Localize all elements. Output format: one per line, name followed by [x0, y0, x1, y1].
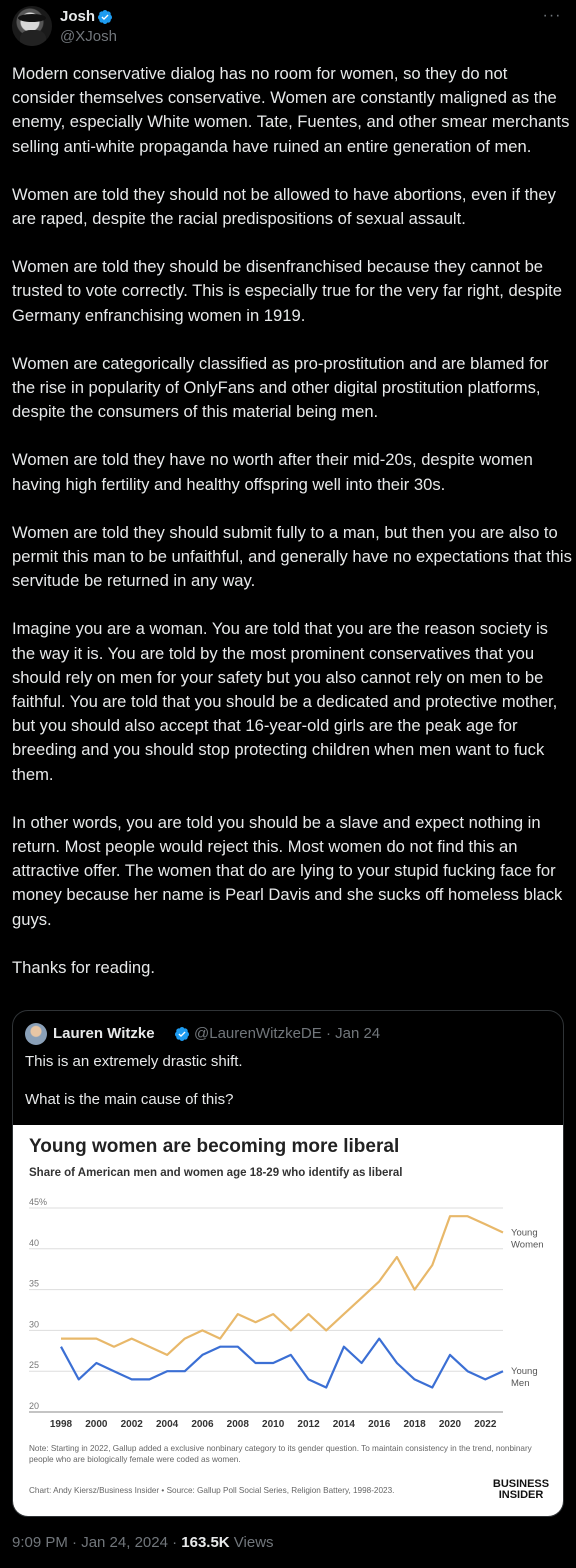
- author-avatar[interactable]: [12, 6, 52, 46]
- verified-badge-icon: [97, 10, 112, 24]
- author-name[interactable]: Josh: [60, 8, 95, 25]
- y-tick-label: 35: [29, 1279, 39, 1289]
- quoted-tweet-body: This is an extremely drastic shift. What…: [25, 1052, 545, 1128]
- quoted-author-name[interactable]: Lauren Witzke: [53, 1025, 155, 1042]
- y-tick-label: 40: [29, 1238, 39, 1248]
- x-tick-label: 2010: [262, 1419, 285, 1430]
- x-tick-label: 2004: [156, 1419, 179, 1430]
- quoted-tweet[interactable]: Lauren Witzke @LaurenWitzkeDE · Jan 24 T…: [12, 1010, 564, 1517]
- x-tick-label: 2008: [227, 1419, 250, 1430]
- x-tick-label: 2016: [368, 1419, 391, 1430]
- y-tick-label: 45%: [29, 1197, 47, 1207]
- tweet-paragraph: Women are told they should not be allowe…: [12, 184, 556, 229]
- chart-note-container: Note: Starting in 2022, Gallup added a e…: [29, 1444, 532, 1464]
- series-label: Women: [511, 1239, 544, 1250]
- chart-note: Note: Starting in 2022, Gallup added a e…: [29, 1444, 532, 1464]
- tweet-paragraph: Women are told they should submit fully …: [12, 522, 572, 591]
- author-handle[interactable]: @XJosh: [60, 28, 117, 45]
- x-tick-label: 2002: [121, 1419, 144, 1430]
- x-tick-label: 1998: [50, 1419, 73, 1430]
- tweet-body: Modern conservative dialog has no room f…: [12, 62, 572, 980]
- series-line-0: [61, 1215, 504, 1356]
- series-label: Young: [511, 1227, 538, 1238]
- tweet-paragraph: Modern conservative dialog has no room f…: [12, 64, 570, 156]
- y-tick-label: 25: [29, 1360, 39, 1370]
- quoted-author-handle-date[interactable]: @LaurenWitzkeDE · Jan 24: [194, 1025, 380, 1042]
- x-tick-label: 2022: [474, 1419, 497, 1430]
- x-tick-label: 2000: [85, 1419, 108, 1430]
- tweet-paragraph: Women are told they should be disenfranc…: [12, 257, 562, 325]
- view-count[interactable]: 163.5K: [181, 1534, 229, 1551]
- quoted-author-avatar[interactable]: [25, 1023, 47, 1045]
- quoted-line: What is the main cause of this?: [25, 1091, 234, 1108]
- more-options-icon[interactable]: ···: [540, 6, 564, 26]
- chart-title: Young women are becoming more liberal: [29, 1136, 399, 1157]
- x-tick-label: 2006: [191, 1419, 214, 1430]
- tweet-paragraph: Thanks for reading.: [12, 957, 155, 977]
- series-label: Young: [511, 1366, 538, 1377]
- tweet-meta: 9:09 PM · Jan 24, 2024 · 163.5K Views: [12, 1534, 274, 1551]
- tweet-paragraph: Women are told they have no worth after …: [12, 450, 533, 494]
- x-tick-label: 2012: [297, 1419, 320, 1430]
- y-tick-label: 30: [29, 1319, 39, 1329]
- line-chart: Young women are becoming more liberal Sha…: [29, 1136, 549, 1501]
- x-tick-label: 2014: [333, 1419, 356, 1430]
- y-tick-label: 20: [29, 1401, 39, 1411]
- chart-image[interactable]: Young women are becoming more liberal Sha…: [13, 1125, 563, 1516]
- publisher-logo-text: INSIDER: [499, 1489, 544, 1501]
- verified-badge-icon: [174, 1027, 189, 1041]
- quoted-line: This is an extremely drastic shift.: [25, 1053, 243, 1070]
- chart-subtitle: Share of American men and women age 18-2…: [29, 1167, 402, 1179]
- timestamp[interactable]: 9:09 PM · Jan 24, 2024 ·: [12, 1534, 181, 1551]
- views-label: Views: [229, 1534, 274, 1551]
- chart-source: Chart: Andy Kiersz/Business Insider • So…: [29, 1486, 394, 1495]
- x-tick-label: 2020: [439, 1419, 462, 1430]
- tweet: Josh @XJosh ··· Modern conservative dial…: [0, 0, 576, 1568]
- tweet-paragraph: Imagine you are a woman. You are told th…: [12, 619, 558, 784]
- x-tick-label: 2018: [403, 1419, 426, 1430]
- tweet-paragraph: Women are categorically classified as pr…: [12, 353, 549, 422]
- tweet-paragraph: In other words, you are told you should …: [12, 812, 563, 929]
- series-label: Men: [511, 1378, 529, 1389]
- series-line-1: [60, 1337, 504, 1389]
